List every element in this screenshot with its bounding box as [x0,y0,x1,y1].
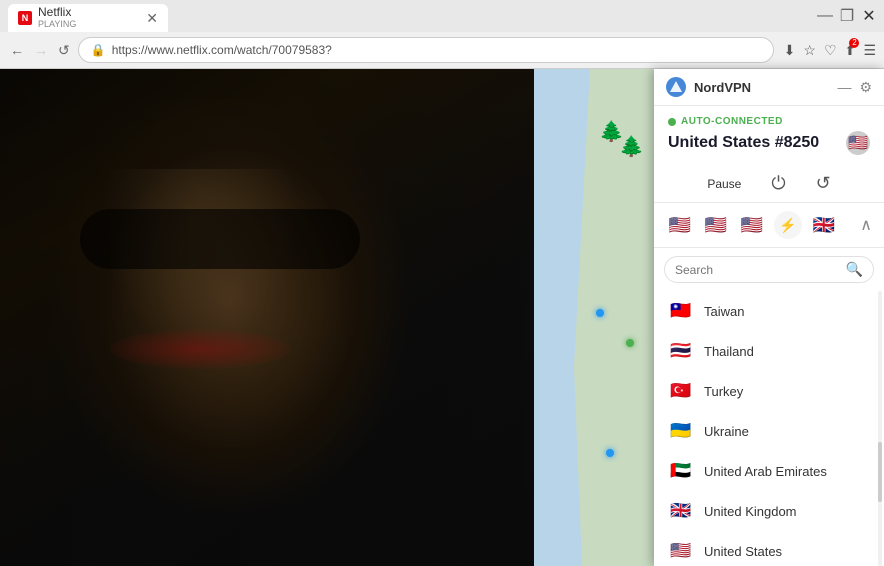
browser-tab[interactable]: N Netflix PLAYING ✕ [8,4,168,32]
green-dot [668,118,676,126]
country-name-taiwan: Taiwan [704,304,744,319]
forward-button[interactable]: → [32,40,50,60]
flag-uk: 🇬🇧 [668,498,694,524]
title-bar: N Netflix PLAYING ✕ — ❐ ✕ [0,0,884,32]
flag-thailand: 🇹🇭 [668,338,694,364]
quick-connect-row: 🇺🇸 🇺🇸 🇺🇸 ⚡ 🇬🇧 ∧ [654,203,884,248]
country-list: 🇹🇼 Taiwan 🇹🇭 Thailand 🇹🇷 Turkey 🇺🇦 Ukrai… [654,291,884,566]
scrollbar-track [878,291,882,566]
address-input[interactable]: 🔒 https://www.netflix.com/watch/70079583… [78,37,774,63]
tab-favicon: N [18,11,32,25]
map-dot-blue [596,309,604,317]
map-area: 🌲 🌲 [534,69,654,566]
country-item-taiwan[interactable]: 🇹🇼 Taiwan [658,291,880,331]
server-name-row: United States #8250 🇺🇸 [668,131,870,155]
chevron-up-icon[interactable]: ∧ [860,215,872,235]
url-text: https://www.netflix.com/watch/70079583? [112,43,332,57]
minimize-panel-icon[interactable]: — [837,79,851,96]
download-icon[interactable]: ⬇ [784,42,796,59]
pause-button[interactable]: Pause [707,177,741,191]
flag-ukraine: 🇺🇦 [668,418,694,444]
window-controls: — ❐ ✕ [818,9,876,23]
country-name-ukraine: Ukraine [704,424,749,439]
country-item-turkey[interactable]: 🇹🇷 Turkey [658,371,880,411]
server-name: United States #8250 [668,134,819,152]
tab-title: Netflix [38,6,76,19]
country-name-uk: United Kingdom [704,504,797,519]
country-item-uae[interactable]: 🇦🇪 United Arab Emirates [658,451,880,491]
main-content: 🌐 🛡 💬 [0,69,884,566]
tree-icon-2: 🌲 [619,134,644,159]
share-icon[interactable]: ⬆ 2 [845,42,856,59]
close-button[interactable]: ✕ [862,9,876,23]
minimize-button[interactable]: — [818,9,832,23]
search-icon: 🔍 [846,261,863,278]
menu-icon[interactable]: ☰ [863,42,876,59]
power-button[interactable]: ⏻ [771,173,785,194]
country-item-uk[interactable]: 🇬🇧 United Kingdom [658,491,880,531]
quick-flag-us-2[interactable]: 🇺🇸 [702,211,730,239]
maximize-button[interactable]: ❐ [840,9,854,23]
browser-chrome: N Netflix PLAYING ✕ — ❐ ✕ ← → ↺ 🔒 https:… [0,0,884,69]
flag-taiwan: 🇹🇼 [668,298,694,324]
country-name-turkey: Turkey [704,384,743,399]
country-name-us: United States [704,544,782,559]
flag-turkey: 🇹🇷 [668,378,694,404]
map-dot-green [626,339,634,347]
refresh-button[interactable]: ↺ [56,40,72,61]
quick-specialty[interactable]: ⚡ [774,211,802,239]
refresh-button[interactable]: ↺ [816,173,831,194]
panel-header-icons: — ⚙ [837,79,872,96]
country-name-uae: United Arab Emirates [704,464,827,479]
connection-status: AUTO-CONNECTED United States #8250 🇺🇸 [654,106,884,165]
address-bar: ← → ↺ 🔒 https://www.netflix.com/watch/70… [0,32,884,68]
map-dot-blue-2 [606,449,614,457]
nordvpn-title: NordVPN [694,80,751,95]
country-item-us[interactable]: 🇺🇸 United States [658,531,880,566]
flag-us: 🇺🇸 [668,538,694,564]
controls-row: Pause ⏻ ↺ [654,165,884,203]
auto-connected-badge: AUTO-CONNECTED [668,116,870,127]
quick-flag-us-1[interactable]: 🇺🇸 [666,211,694,239]
scrollbar-thumb[interactable] [878,442,882,502]
quick-flag-uk[interactable]: 🇬🇧 [810,211,838,239]
country-item-ukraine[interactable]: 🇺🇦 Ukraine [658,411,880,451]
search-input[interactable] [675,263,840,277]
flag-uae: 🇦🇪 [668,458,694,484]
tab-subtitle: PLAYING [38,20,76,30]
quick-flag-us-3[interactable]: 🇺🇸 [738,211,766,239]
server-flag: 🇺🇸 [846,131,870,155]
panel-header: NordVPN — ⚙ [654,69,884,106]
back-button[interactable]: ← [8,40,26,60]
country-name-thailand: Thailand [704,344,754,359]
search-bar: 🔍 [664,256,874,283]
nordvpn-panel: NordVPN — ⚙ AUTO-CONNECTED United States… [654,69,884,566]
heart-icon[interactable]: ♡ [824,42,837,59]
settings-panel-icon[interactable]: ⚙ [859,79,872,96]
tab-close-button[interactable]: ✕ [146,10,158,27]
toolbar-icons: ⬇ ☆ ♡ ⬆ 2 ☰ [784,42,876,59]
nordvpn-logo [666,77,686,97]
country-item-thailand[interactable]: 🇹🇭 Thailand [658,331,880,371]
star-icon[interactable]: ☆ [803,42,816,59]
